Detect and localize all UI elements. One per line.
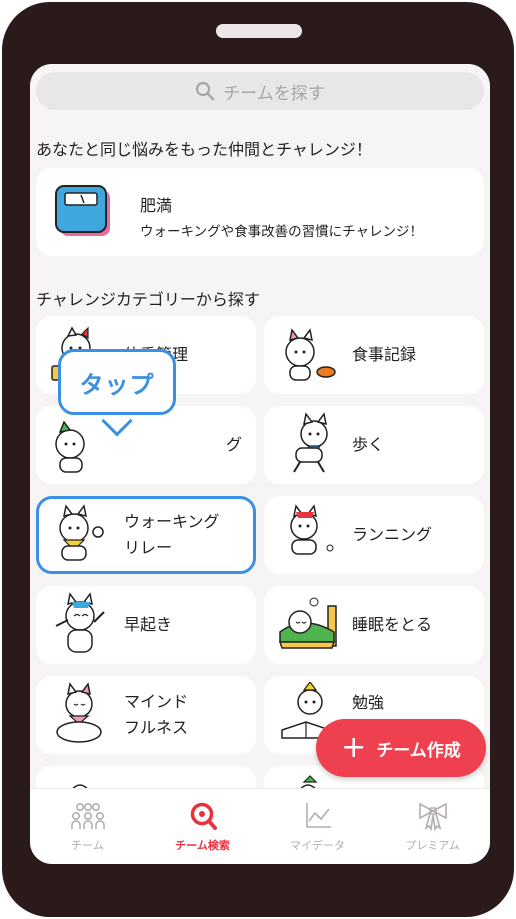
search-icon: [196, 81, 215, 101]
category-card-walk[interactable]: 歩く: [264, 406, 484, 484]
search-bar-area: チームを探す: [30, 64, 490, 116]
scale-icon: [55, 185, 110, 236]
tab-label: プレミアム: [405, 838, 460, 852]
category-label: ランニング: [352, 525, 433, 544]
category-label-line: リレー: [124, 538, 173, 557]
tab-label: マイデータ: [290, 838, 345, 852]
tab-team-search[interactable]: チーム検索: [145, 789, 260, 864]
category-label-line: フルネス: [124, 718, 189, 737]
category-card-sleep[interactable]: 睡眠をとる: [264, 586, 484, 664]
cat-walking-icon: [293, 412, 328, 473]
team-search-icon: [190, 802, 217, 830]
category-card-running[interactable]: ランニング: [264, 496, 484, 574]
category-card-early-rise[interactable]: 早起き: [36, 586, 256, 664]
category-label: 歩く: [352, 435, 385, 454]
cat-meditation-icon: [56, 682, 102, 743]
tab-team[interactable]: チーム: [30, 789, 145, 864]
chart-icon: [305, 802, 331, 828]
category-section-title: チャレンジカテゴリーから探す: [36, 290, 260, 309]
search-input[interactable]: チームを探す: [36, 72, 484, 110]
tab-label: チーム: [71, 838, 104, 852]
category-label: 早起き: [124, 615, 173, 634]
tap-tooltip: タップ: [58, 349, 176, 415]
featured-section-title: あなたと同じ悩みをもった仲間とチャレンジ！: [36, 140, 372, 159]
tab-label: チーム検索: [175, 838, 230, 852]
tab-premium[interactable]: プレミアム: [375, 789, 490, 864]
category-label: グ: [226, 435, 243, 454]
phone-frame: チームを探す あなたと同じ悩みをもった仲間とチャレンジ！ 肥満 ウォーキングや食…: [2, 2, 514, 917]
category-card-meal[interactable]: 食事記録: [264, 316, 484, 394]
app-screen: チームを探す あなたと同じ悩みをもった仲間とチャレンジ！ 肥満 ウォーキングや食…: [30, 64, 490, 864]
phone-speaker: [216, 24, 302, 38]
category-label-multiline: ウォーキング リレー: [124, 496, 220, 574]
featured-card-title: 肥満: [140, 196, 173, 215]
category-card-mindfulness[interactable]: マインド フルネス: [36, 676, 256, 754]
category-label: 食事記録: [352, 345, 417, 364]
plus-icon: +: [341, 730, 367, 765]
search-placeholder: チームを探す: [223, 83, 325, 104]
create-team-label: チーム作成: [376, 740, 461, 761]
ribbon-icon: [418, 802, 447, 831]
category-label: 睡眠をとる: [352, 615, 433, 634]
cat-relay-icon: [59, 504, 104, 561]
category-label-multiline: マインド フルネス: [124, 676, 188, 754]
bottom-tab-bar: チーム チーム検索 マイデータ プレミアム: [30, 788, 490, 864]
featured-card-description: ウォーキングや食事改善の習慣にチャレンジ！: [140, 224, 423, 240]
create-team-button[interactable]: + チーム作成: [316, 719, 486, 777]
category-card-exercise[interactable]: グ: [36, 406, 256, 484]
cat-running-icon: [290, 504, 334, 555]
category-card-walking-relay[interactable]: ウォーキング リレー: [36, 496, 256, 574]
cat-wakeup-icon: [55, 592, 105, 653]
team-icon: [70, 802, 105, 829]
category-label-line: マインド: [124, 692, 189, 711]
cat-sleep-icon: [278, 597, 337, 649]
featured-challenge-card[interactable]: 肥満 ウォーキングや食事改善の習慣にチャレンジ！: [36, 168, 484, 256]
tab-my-data[interactable]: マイデータ: [260, 789, 375, 864]
category-label-line: ウォーキング: [124, 512, 220, 531]
cat-eating-icon: [285, 328, 336, 381]
